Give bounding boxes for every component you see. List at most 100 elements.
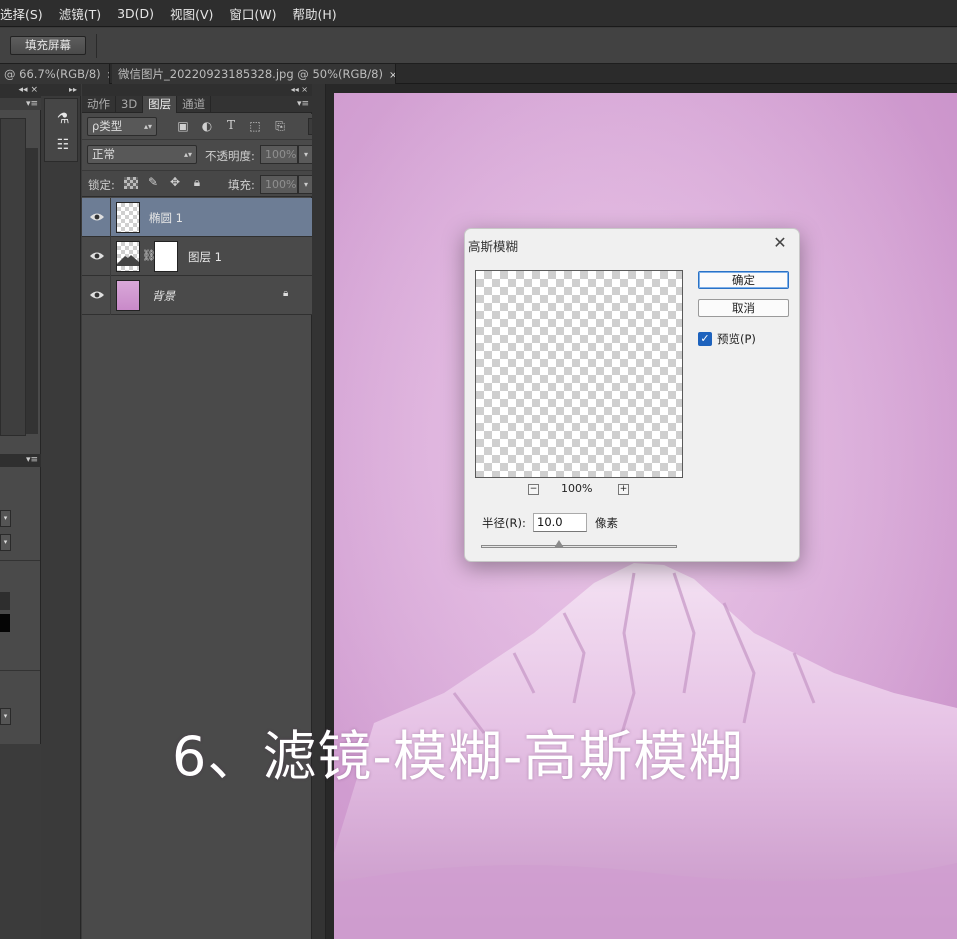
image-filter-icon[interactable]: ▣ bbox=[176, 119, 190, 133]
color-swatch-black[interactable] bbox=[0, 614, 10, 632]
layer-row-background[interactable]: 背景 🔒︎ bbox=[82, 276, 312, 315]
preview-label: 预览(P) bbox=[717, 332, 756, 346]
visibility-eye-icon[interactable] bbox=[89, 210, 105, 224]
tab-actions[interactable]: 动作 bbox=[82, 96, 116, 113]
close-icon[interactable]: × bbox=[389, 70, 395, 81]
close-icon[interactable]: ✕ bbox=[771, 234, 789, 252]
blur-preview-pane[interactable] bbox=[475, 270, 683, 478]
preview-zoom-value: 100% bbox=[561, 482, 593, 495]
radius-input[interactable]: 10.0 bbox=[533, 513, 587, 532]
panel-menu-row: ▾≡ bbox=[0, 98, 41, 110]
canvas-scrollbar[interactable] bbox=[312, 84, 326, 939]
layer-thumbnail bbox=[116, 202, 140, 233]
panel-divider bbox=[0, 670, 40, 671]
panel-dropdown-2[interactable]: ▾ bbox=[0, 534, 11, 551]
radius-slider-thumb[interactable] bbox=[554, 540, 565, 548]
radius-label: 半径(R): bbox=[482, 516, 526, 530]
gaussian-blur-dialog: 高斯模糊 ✕ − 100% + 确定 取消 ✓ 预览(P) 半径(R): 10.… bbox=[464, 228, 800, 562]
collapse-icon[interactable]: ◂◂ bbox=[291, 85, 299, 94]
smart-object-filter-icon[interactable]: ⎘ bbox=[273, 119, 287, 134]
adjustment-filter-icon[interactable]: ◐ bbox=[200, 119, 214, 133]
tab-3d[interactable]: 3D bbox=[116, 96, 144, 113]
panel-scrollbar[interactable] bbox=[26, 148, 38, 434]
doc-tab-2-label: 微信图片_20220923185328.jpg @ 50%(RGB/8) bbox=[118, 67, 383, 81]
layer-filter-select[interactable]: ρ类型 ▴▾ bbox=[87, 117, 157, 136]
document-tab-bar: @ 66.7%(RGB/8) × 微信图片_20220923185328.jpg … bbox=[0, 64, 957, 84]
lock-all-icon[interactable]: 🔒︎ bbox=[190, 175, 204, 190]
collapse-icon[interactable]: ◂◂ bbox=[19, 85, 28, 95]
lock-row: 锁定: ✎ ✥ 🔒︎ 填充: 100% ▾ bbox=[82, 170, 314, 197]
panel-header: ◂◂ × bbox=[0, 84, 41, 98]
menu-select[interactable]: 选择(S) bbox=[0, 4, 51, 23]
blend-mode-select[interactable]: 正常 ▴▾ bbox=[87, 145, 197, 164]
menu-bar: 选择(S) 滤镜(T) 3D(D) 视图(V) 窗口(W) 帮助(H) bbox=[0, 0, 957, 27]
visibility-eye-icon[interactable] bbox=[89, 288, 105, 302]
opacity-input[interactable]: 100% bbox=[260, 145, 298, 164]
shape-filter-icon[interactable]: ⬚ bbox=[248, 119, 262, 133]
radius-slider-track[interactable] bbox=[481, 545, 677, 548]
layer-name[interactable]: 椭圆 1 bbox=[149, 210, 183, 226]
lock-transparency-icon[interactable] bbox=[124, 177, 138, 189]
layer-thumbnail bbox=[116, 280, 140, 311]
chevron-updown-icon: ▴▾ bbox=[143, 122, 152, 131]
close-icon[interactable]: × bbox=[30, 85, 38, 95]
menu-window[interactable]: 窗口(W) bbox=[221, 4, 284, 23]
close-icon[interactable]: × bbox=[107, 70, 109, 81]
blend-mode-value: 正常 bbox=[92, 147, 115, 161]
radius-unit-label: 像素 bbox=[595, 516, 618, 530]
panel-header: ◂◂ × bbox=[82, 84, 312, 96]
panel-dropdown-1[interactable]: ▾ bbox=[0, 510, 11, 527]
layer-name[interactable]: 图层 1 bbox=[188, 249, 222, 265]
tab-layers[interactable]: 图层 bbox=[143, 96, 178, 113]
layer-row-separator bbox=[110, 198, 111, 237]
visibility-eye-icon[interactable] bbox=[89, 249, 105, 263]
layer-mask-thumbnail[interactable] bbox=[154, 241, 178, 272]
strip-header: ▸▸ bbox=[41, 84, 81, 96]
fill-input[interactable]: 100% bbox=[260, 175, 298, 194]
panel-menu-icon[interactable]: ▾≡ bbox=[26, 99, 38, 109]
lock-position-move-icon[interactable]: ✥ bbox=[168, 175, 182, 189]
dialog-title: 高斯模糊 bbox=[468, 239, 519, 254]
layer-filter-label: ρ类型 bbox=[92, 119, 123, 133]
panel-dropdown-3[interactable]: ▾ bbox=[0, 708, 11, 725]
menu-view[interactable]: 视图(V) bbox=[162, 4, 221, 23]
doc-tab-2[interactable]: 微信图片_20220923185328.jpg @ 50%(RGB/8) × bbox=[112, 64, 396, 84]
layer-filter-row: ρ类型 ▴▾ ▣ ◐ T ⬚ ⎘ bbox=[82, 114, 317, 140]
options-separator bbox=[96, 34, 97, 58]
layer-row-ellipse[interactable]: 椭圆 1 bbox=[82, 198, 312, 237]
expand-icon[interactable]: ▸▸ bbox=[69, 85, 77, 94]
panel-menu-icon[interactable]: ▾≡ bbox=[26, 455, 38, 465]
zoom-out-button[interactable]: − bbox=[528, 484, 539, 495]
panel-menu-icon[interactable]: ▾≡ bbox=[297, 96, 311, 113]
options-bar: 填充屏幕 bbox=[0, 28, 957, 64]
lock-label: 锁定: bbox=[88, 178, 115, 192]
close-icon[interactable]: × bbox=[301, 85, 308, 94]
panel-content-area bbox=[0, 118, 26, 436]
text-filter-icon[interactable]: T bbox=[224, 118, 238, 132]
color-swatch-dark[interactable] bbox=[0, 592, 10, 610]
left-panel: ◂◂ × ▾≡ ▾≡ ▾ ▾ ▾ bbox=[0, 84, 41, 744]
layers-panel-tabs: 动作 3D 图层 通道 bbox=[82, 96, 312, 113]
doc-tab-1[interactable]: @ 66.7%(RGB/8) × bbox=[0, 64, 110, 84]
cancel-button[interactable]: 取消 bbox=[698, 299, 789, 317]
layer-row-layer1[interactable]: ⛓ 图层 1 bbox=[82, 237, 312, 276]
fill-screen-button[interactable]: 填充屏幕 bbox=[10, 36, 86, 55]
zoom-in-button[interactable]: + bbox=[618, 484, 629, 495]
ok-button[interactable]: 确定 bbox=[698, 271, 789, 289]
fill-label: 填充: bbox=[228, 178, 255, 192]
panel-divider bbox=[0, 560, 40, 561]
brush-settings-icon[interactable]: ⚗ bbox=[52, 108, 74, 130]
layer-row-separator bbox=[110, 237, 111, 276]
layer-name[interactable]: 背景 bbox=[152, 288, 175, 304]
panel-header-2: ▾≡ bbox=[0, 454, 41, 467]
layers-panel: ◂◂ × 动作 3D 图层 通道 ▾≡ ρ类型 ▴▾ ▣ ◐ T ⬚ ⎘ 正常 ▴▾… bbox=[82, 84, 317, 939]
panel-icon-strip: ▸▸ ⚗ ☷ bbox=[41, 84, 81, 939]
tab-channels[interactable]: 通道 bbox=[177, 96, 212, 113]
menu-help[interactable]: 帮助(H) bbox=[285, 4, 345, 23]
menu-3d[interactable]: 3D(D) bbox=[109, 6, 162, 21]
lock-pixels-brush-icon[interactable]: ✎ bbox=[146, 175, 160, 189]
menu-filter[interactable]: 滤镜(T) bbox=[51, 4, 109, 23]
layer-thumbnail bbox=[116, 241, 140, 272]
preview-checkbox[interactable]: ✓ bbox=[698, 332, 712, 346]
adjustments-sliders-icon[interactable]: ☷ bbox=[52, 134, 74, 156]
